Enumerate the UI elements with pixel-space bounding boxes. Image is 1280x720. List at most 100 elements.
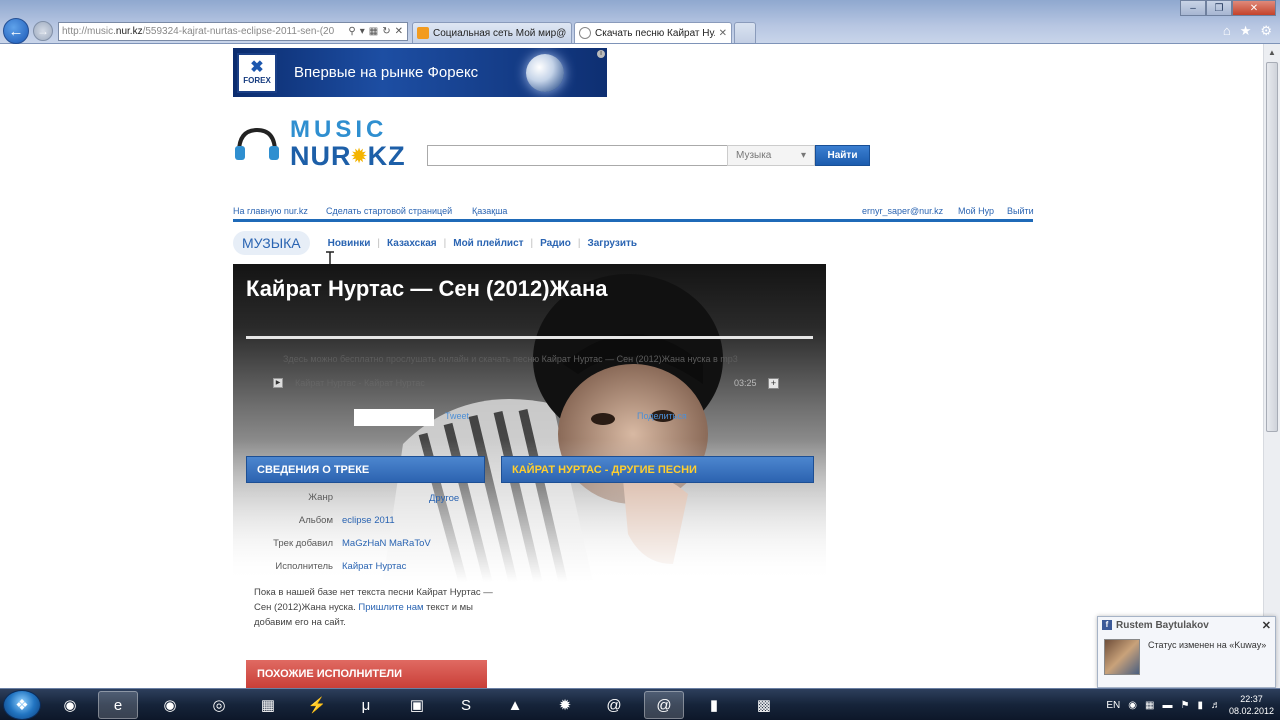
close-tab-icon[interactable]: ✕ — [719, 28, 727, 39]
close-window-button[interactable]: ✕ — [1232, 0, 1276, 16]
refresh-icon[interactable]: ↻ — [382, 26, 390, 37]
url-text: http://music.nur.kz/559324-kajrat-nurtas… — [62, 26, 335, 37]
lightning-app-icon[interactable]: ⚡ — [297, 691, 337, 719]
search-input[interactable] — [427, 145, 727, 166]
restore-button[interactable]: ❐ — [1206, 0, 1232, 16]
chevron-down-icon[interactable]: ▾ — [360, 26, 365, 37]
stop-icon[interactable]: ✕ — [395, 26, 403, 37]
calculator-icon[interactable]: ▦ — [248, 691, 288, 719]
social-like-widget[interactable] — [354, 409, 434, 426]
player-track-label: Кайрат Нуртас - Кайрат Нуртас — [295, 378, 425, 388]
ad-info-icon[interactable]: i — [597, 50, 605, 58]
clock[interactable]: 22:37 08.02.2012 — [1229, 693, 1274, 717]
compat-view-icon[interactable]: ▦ — [369, 26, 378, 37]
uploader-link[interactable]: MaGzHaN MaRaToV — [342, 538, 431, 549]
game-app-icon[interactable]: ▲ — [495, 691, 535, 719]
notification-popup[interactable]: f Rustem Baytulakov ✕ Статус изменен на … — [1097, 616, 1276, 688]
track-title: Кайрат Нуртас — Сен (2012)Жана — [246, 276, 608, 301]
skype-icon[interactable]: S — [446, 691, 486, 719]
link-my-nur[interactable]: Мой Нур — [958, 206, 994, 216]
info-row-artist: Исполнитель Кайрат Нуртас — [275, 561, 407, 572]
search-category-select[interactable]: Музыка ▾ — [727, 145, 815, 166]
nav-my-playlist[interactable]: Мой плейлист — [453, 238, 523, 249]
site-logo[interactable]: MUSIC NUR✹KZ — [234, 116, 414, 171]
max-app-icon[interactable]: ▣ — [397, 691, 437, 719]
scroll-thumb[interactable] — [1266, 62, 1278, 432]
browser-chrome: ← → http://music.nur.kz/559324-kajrat-nu… — [0, 0, 1280, 44]
info-row-uploader: Трек добавил MaGzHaN MaRaToV — [273, 538, 431, 549]
link-home-nurkz[interactable]: На главную nur.kz — [233, 206, 308, 216]
close-icon[interactable]: ✕ — [1262, 619, 1271, 632]
section-title[interactable]: МУЗЫКА — [233, 231, 310, 255]
notification-message: Статус изменен на «Kuway» — [1148, 640, 1267, 650]
similar-artists-header: ПОХОЖИЕ ИСПОЛНИТЕЛИ — [246, 660, 487, 688]
firefox-icon[interactable]: ◉ — [50, 691, 90, 719]
album-link[interactable]: eclipse 2011 — [342, 515, 395, 526]
minimize-button[interactable]: – — [1180, 0, 1206, 16]
banner-text: Впервые на рынке Форекс — [294, 64, 479, 81]
link-logout[interactable]: Выйти — [1007, 206, 1034, 216]
track-description: Здесь можно бесплатно прослушать онлайн … — [283, 354, 738, 364]
address-bar[interactable]: http://music.nur.kz/559324-kajrat-nurtas… — [58, 22, 408, 41]
genre-other-link[interactable]: Другое — [429, 493, 459, 504]
battery-icon[interactable]: ▮ — [1197, 700, 1203, 711]
link-user-email[interactable]: ernyr_saper@nur.kz — [862, 206, 943, 216]
link-kazakh-language[interactable]: Қазақша — [472, 206, 507, 216]
forward-button[interactable]: → — [33, 21, 53, 41]
share-button[interactable]: Поделиться — [637, 411, 687, 421]
link-make-start-page[interactable]: Сделать стартовой страницей — [326, 206, 452, 216]
back-button[interactable]: ← — [3, 18, 29, 44]
add-to-playlist-button[interactable]: + — [768, 378, 779, 389]
winamp-icon[interactable]: ✹ — [545, 691, 585, 719]
player-duration: 03:25 — [734, 378, 757, 388]
volume-icon[interactable]: ♬ — [1211, 700, 1221, 711]
window-controls: – ❐ ✕ — [1180, 0, 1276, 16]
globe-app-icon[interactable]: ◎ — [199, 691, 239, 719]
browser-toolbar-icons: ⌂ ★ ⚙ — [1223, 23, 1272, 39]
tab-moy-mir[interactable]: Социальная сеть Мой мир@... — [412, 22, 572, 43]
network-icon[interactable]: ▬ — [1162, 700, 1172, 711]
tray-app-icon[interactable]: ▦ — [1145, 700, 1154, 711]
other-songs-header[interactable]: КАЙРАТ НУРТАС - ДРУГИЕ ПЕСНИ — [501, 456, 814, 483]
moon-graphic — [526, 54, 564, 92]
home-icon[interactable]: ⌂ — [1223, 23, 1231, 39]
tweet-button[interactable]: Tweet — [445, 411, 469, 421]
search-button[interactable]: Найти — [815, 145, 870, 166]
mailru-icon — [417, 27, 429, 39]
track-info-list: Жанр Альбом eclipse 2011 Трек добавил Ma… — [246, 492, 486, 582]
chrome-icon[interactable]: ◉ — [150, 691, 190, 719]
mail-agent-icon[interactable]: @ — [594, 691, 634, 719]
sun-icon: ✹ — [351, 146, 368, 166]
media-app-icon[interactable]: ▩ — [744, 691, 784, 719]
forex-logo: ✖ FOREX — [237, 52, 277, 93]
mail-agent-active-icon[interactable]: @ — [644, 691, 684, 719]
nav-upload[interactable]: Загрузить — [587, 238, 637, 249]
headphones-icon — [235, 127, 279, 160]
language-indicator[interactable]: EN — [1106, 700, 1120, 711]
send-lyrics-link[interactable]: Пришлите нам — [358, 602, 423, 613]
scroll-up-arrow-icon[interactable]: ▲ — [1264, 44, 1280, 60]
nvidia-icon[interactable]: ◉ — [1128, 700, 1137, 711]
gear-icon[interactable]: ⚙ — [1260, 23, 1272, 39]
taskbar: ❖ ◉ e ◉ ◎ ▦ ⚡ μ ▣ S ▲ ✹ @ @ ▮ ▩ EN ◉ ▦ ▬… — [0, 688, 1280, 720]
folder-icon[interactable]: ▮ — [694, 691, 734, 719]
info-row-album: Альбом eclipse 2011 — [298, 515, 395, 526]
nav-new[interactable]: Новинки — [328, 238, 371, 249]
lyrics-placeholder: Пока в нашей базе нет текста песни Кайра… — [254, 587, 493, 628]
forex-banner-ad[interactable]: ✖ FOREX Впервые на рынке Форекс i — [233, 48, 607, 97]
system-tray: EN ◉ ▦ ▬ ⚑ ▮ ♬ 22:37 08.02.2012 — [1106, 689, 1274, 720]
play-button[interactable]: ▶ — [273, 378, 283, 388]
nav-radio[interactable]: Радио — [540, 238, 571, 249]
search-icon[interactable]: ⚲ — [348, 26, 355, 37]
page-scrollbar[interactable]: ▲ ▼ — [1263, 44, 1280, 688]
start-button[interactable]: ❖ — [3, 690, 41, 720]
track-hero: Кайрат Нуртас — Сен (2012)Жана Здесь мож… — [233, 264, 826, 582]
new-tab-button[interactable] — [734, 22, 756, 43]
favorites-star-icon[interactable]: ★ — [1240, 23, 1252, 39]
utorrent-icon[interactable]: μ — [346, 691, 386, 719]
artist-link[interactable]: Кайрат Нуртас — [342, 561, 406, 572]
nav-kazakh[interactable]: Казахская — [387, 238, 437, 249]
tab-song[interactable]: Скачать песню Кайрат Ну... ✕ — [574, 22, 732, 43]
flag-icon[interactable]: ⚑ — [1180, 700, 1189, 711]
internet-explorer-icon[interactable]: e — [98, 691, 138, 719]
